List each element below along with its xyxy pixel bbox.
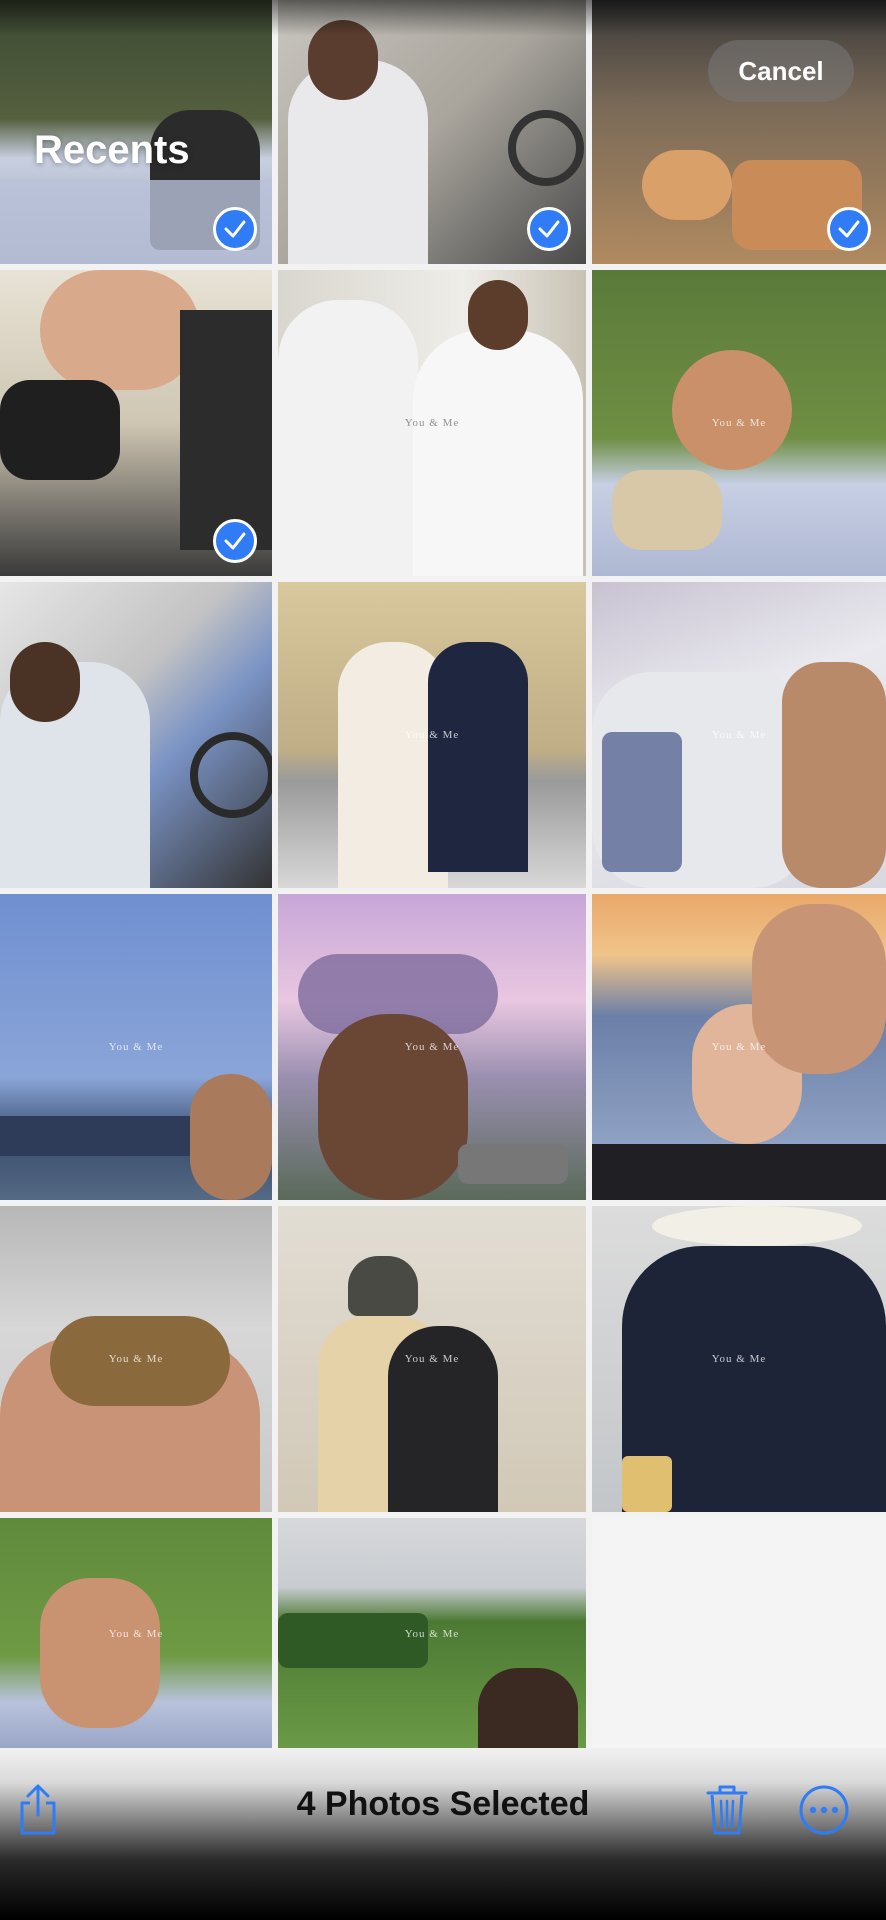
photo-thumbnail[interactable]: You & Me	[278, 894, 586, 1200]
photo-thumbnail[interactable]: You & Me	[278, 582, 586, 888]
photo-thumbnail[interactable]: You & Me	[0, 1518, 272, 1748]
watermark-text: You & Me	[711, 416, 767, 429]
watermark-text: You & Me	[404, 728, 460, 741]
photo-thumbnail[interactable]: You & Me	[592, 1206, 886, 1512]
watermark-text: You & Me	[711, 1040, 767, 1053]
watermark-text: You & Me	[711, 1352, 767, 1365]
photo-thumbnail[interactable]: You & Me	[592, 894, 886, 1200]
photo-thumbnail[interactable]: You & Me	[278, 1518, 586, 1748]
watermark-text: You & Me	[404, 1040, 460, 1053]
selected-checkmark-icon	[213, 519, 257, 563]
photo-grid: You & Me You & Me You & Me You & Me You …	[0, 0, 886, 1748]
selected-checkmark-icon	[213, 207, 257, 251]
watermark-text: You & Me	[404, 1628, 460, 1641]
photos-screen: You & Me You & Me You & Me You & Me You …	[0, 0, 886, 1920]
photo-thumbnail[interactable]: You & Me	[278, 270, 586, 576]
ellipsis-circle-icon[interactable]	[796, 1782, 852, 1838]
photo-thumbnail[interactable]: You & Me	[0, 894, 272, 1200]
watermark-text: You & Me	[108, 1628, 164, 1641]
watermark-text: You & Me	[711, 728, 767, 741]
page-title: Recents	[34, 128, 190, 172]
photo-thumbnail[interactable]	[278, 0, 586, 264]
trash-icon[interactable]	[700, 1780, 754, 1840]
photo-thumbnail[interactable]: You & Me	[592, 582, 886, 888]
photo-thumbnail[interactable]: You & Me	[592, 270, 886, 576]
photo-thumbnail[interactable]: You & Me	[0, 1206, 272, 1512]
photo-thumbnail[interactable]	[0, 270, 272, 576]
selected-checkmark-icon	[827, 207, 871, 251]
watermark-text: You & Me	[404, 1352, 460, 1365]
photo-thumbnail[interactable]: You & Me	[278, 1206, 586, 1512]
watermark-text: You & Me	[404, 416, 460, 429]
cancel-button[interactable]: Cancel	[708, 40, 854, 102]
watermark-text: You & Me	[108, 1352, 164, 1365]
photo-thumbnail[interactable]	[0, 582, 272, 888]
empty-grid-cell	[592, 1518, 886, 1748]
selected-checkmark-icon	[527, 207, 571, 251]
watermark-text: You & Me	[108, 1040, 164, 1053]
